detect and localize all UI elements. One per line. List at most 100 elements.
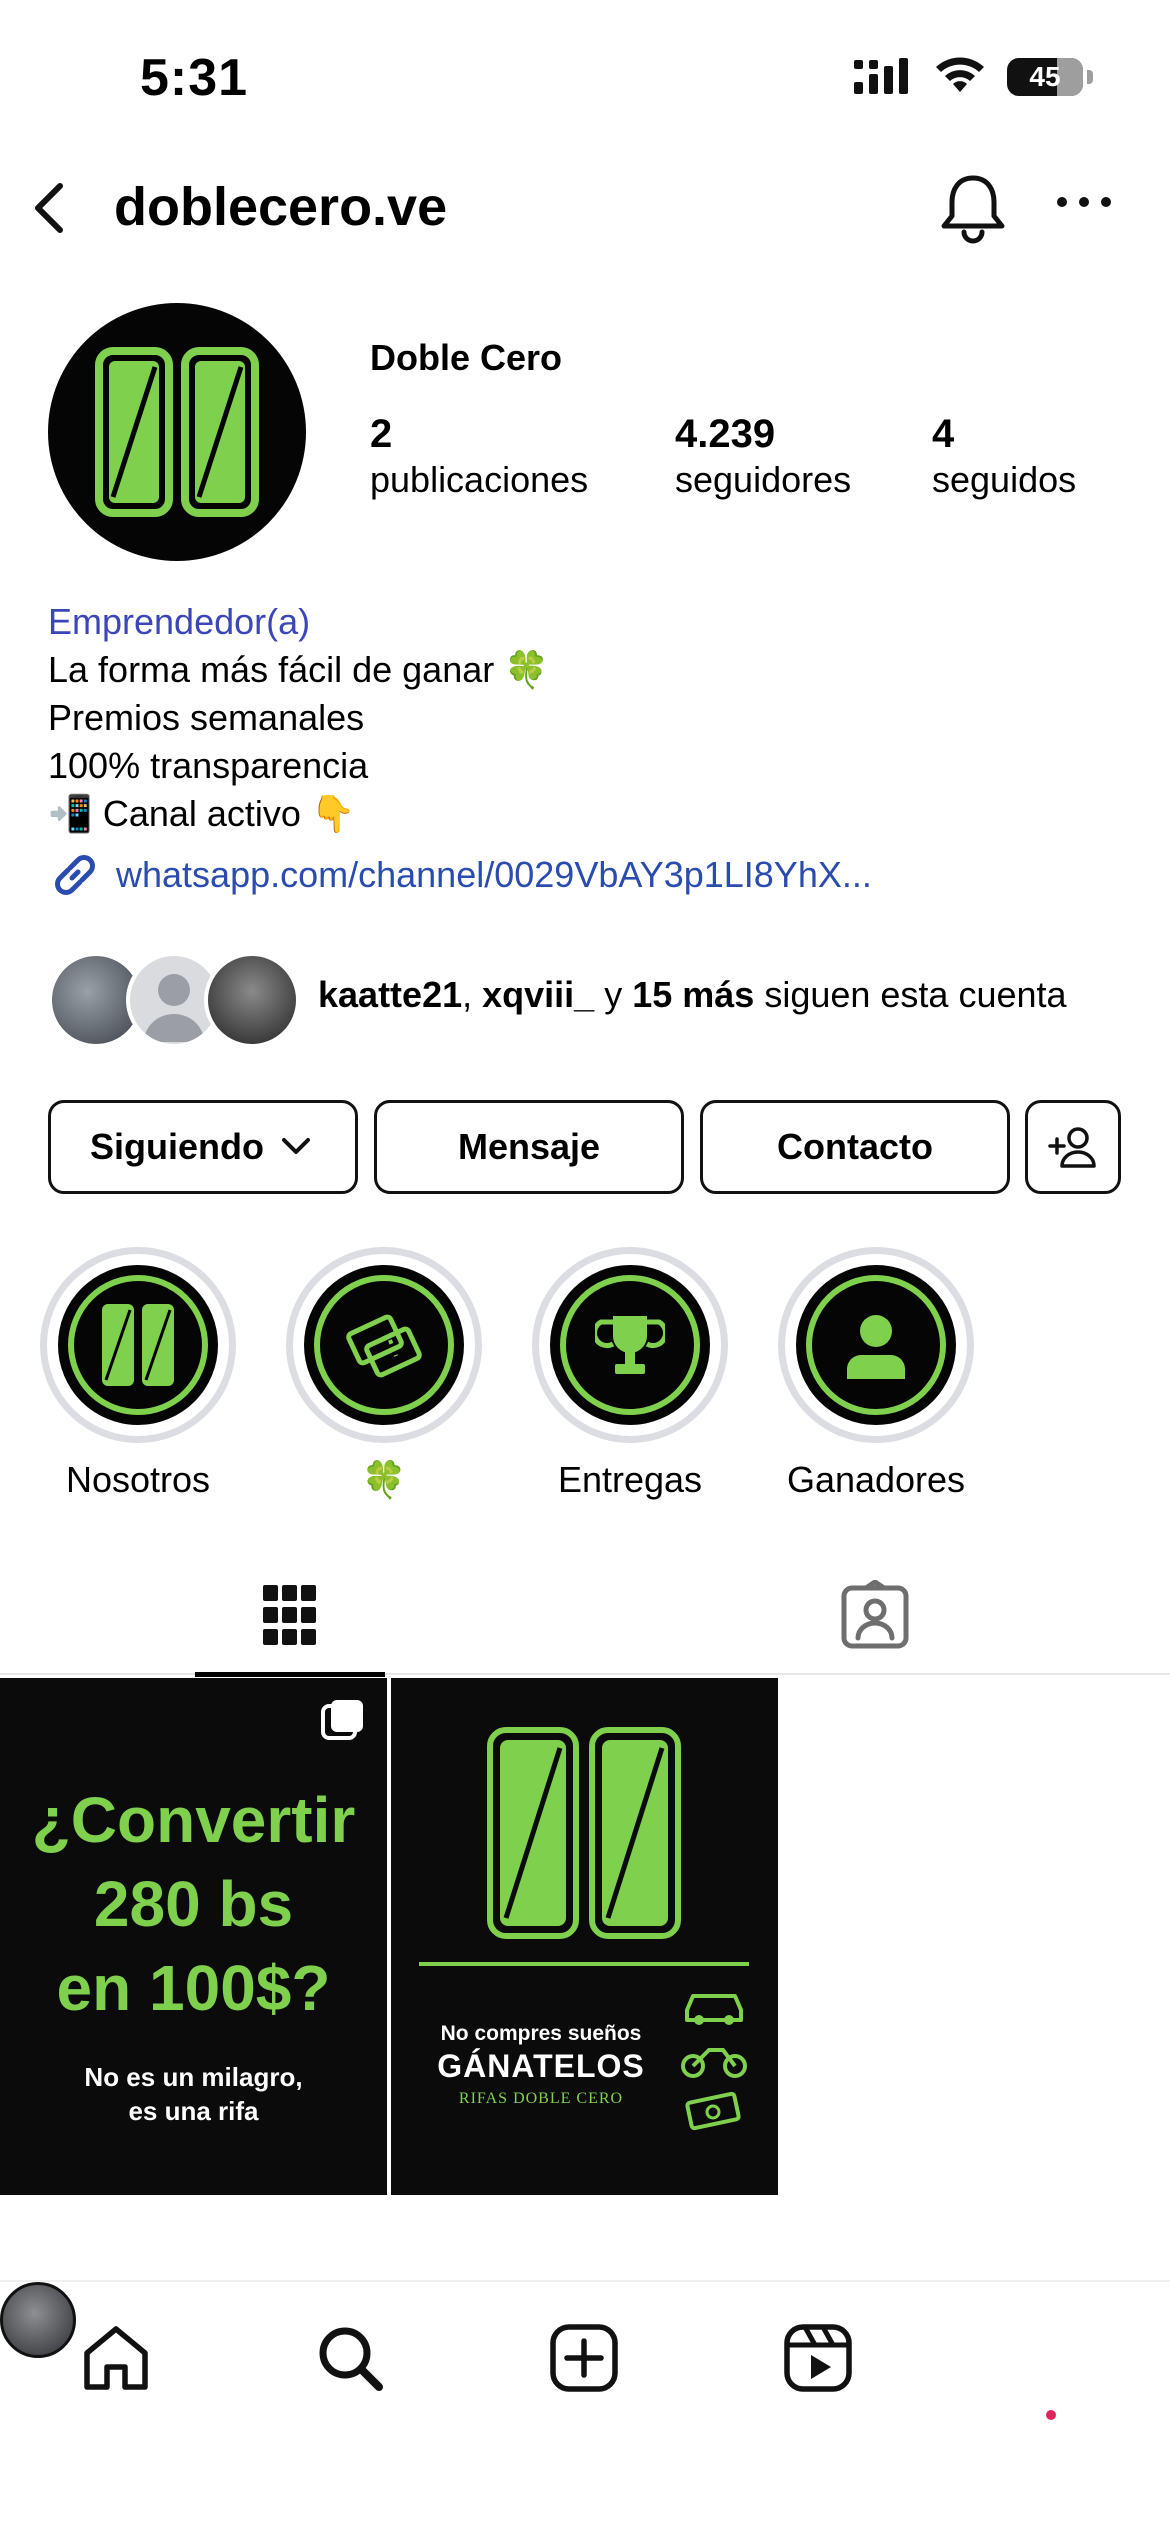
highlight-ring — [532, 1247, 728, 1443]
post-subtext-line: No es un milagro, — [84, 2062, 303, 2092]
nav-create[interactable] — [544, 2318, 624, 2398]
back-arrow-icon[interactable] — [22, 178, 82, 238]
wifi-icon — [936, 57, 984, 92]
status-bar: 5:31 45 — [0, 0, 1170, 150]
message-button-label: Mensaje — [457, 1126, 601, 1167]
message-button[interactable]: Mensaje — [374, 1100, 684, 1194]
highlight-label: Entregas — [557, 1459, 703, 1500]
post-thumbnail[interactable]: No compres sueños GÁNATELOS RIFAS DOBLE … — [391, 1678, 778, 2195]
stat-followers[interactable]: 4.239 seguidores — [675, 412, 851, 501]
followed-by-text: kaatte21, xqviii_ y 15 más siguen esta c… — [318, 974, 1067, 1016]
follower-avatar — [204, 952, 300, 1048]
profile-header: doblecero.ve — [0, 160, 1170, 260]
follower-username[interactable]: xqviii_ — [482, 974, 594, 1015]
profile-tabs — [0, 1555, 1170, 1677]
stat-posts-value: 2 — [370, 412, 393, 456]
highlight-label: Nosotros — [65, 1459, 211, 1500]
carousel-icon — [321, 1700, 363, 1740]
post-headline-line: ¿Convertir — [31, 1784, 356, 1856]
post-headline-line: en 100$? — [56, 1952, 331, 2024]
post-subtext: No es un milagro, es una rifa — [0, 2060, 387, 2128]
tab-posts-grid[interactable] — [195, 1555, 385, 1677]
stat-followers-value: 4.239 — [675, 412, 776, 456]
post-thumbnail[interactable]: ¿Convertir 280 bs en 100$? No es un mila… — [0, 1678, 387, 2195]
following-button-label: Siguiendo — [90, 1126, 264, 1167]
notification-dot — [1046, 2410, 1056, 2420]
highlight-cover — [304, 1265, 464, 1425]
profile-avatar[interactable] — [48, 303, 306, 561]
highlight-ring — [40, 1247, 236, 1443]
followed-by-row[interactable]: kaatte21, xqviii_ y 15 más siguen esta c… — [48, 952, 1148, 1048]
followed-by-more[interactable]: 15 más — [632, 974, 754, 1015]
cellular-signal-icon — [854, 58, 908, 94]
bell-icon[interactable] — [938, 170, 1008, 246]
highlight-cover-border — [560, 1275, 700, 1415]
post-tagline: No compres sueños — [440, 2022, 642, 2045]
home-icon — [84, 2326, 148, 2390]
search-icon — [319, 2327, 383, 2391]
doblecero-logo-icon — [487, 1727, 681, 1939]
post-subtext-line: es una rifa — [128, 2096, 259, 2126]
bio-link-text[interactable]: whatsapp.com/channel/0029VbAY3p1LI8YhX..… — [116, 854, 872, 896]
more-options-icon[interactable] — [1052, 182, 1116, 222]
highlight-cover-border — [806, 1275, 946, 1415]
highlight-entregas[interactable]: Entregas — [532, 1247, 728, 1501]
followed-by-conjunction: y — [594, 974, 633, 1015]
add-user-icon — [1048, 1127, 1096, 1168]
profile-display-name: Doble Cero — [370, 337, 563, 378]
highlight-cover-border — [314, 1275, 454, 1415]
battery-indicator: 45 — [1007, 58, 1083, 96]
tab-tagged[interactable] — [780, 1555, 970, 1675]
doblecero-logo-icon — [102, 1304, 174, 1386]
highlight-ganadores[interactable]: Ganadores — [778, 1247, 974, 1501]
highlight-cover-border — [68, 1275, 208, 1415]
post-headline: ¿Convertir 280 bs en 100$? — [0, 1778, 387, 2030]
nav-reels[interactable] — [778, 2318, 858, 2398]
nav-home[interactable] — [76, 2318, 156, 2398]
post-title: GÁNATELOS — [437, 2048, 645, 2084]
bottom-tab-bar — [0, 2280, 1170, 2532]
tagged-person-icon — [841, 1580, 909, 1649]
contact-button-label: Contacto — [777, 1126, 933, 1167]
nav-profile-avatar[interactable] — [0, 2282, 76, 2358]
following-button[interactable]: Siguiendo — [48, 1100, 358, 1194]
contact-button[interactable]: Contacto — [700, 1100, 1010, 1194]
create-plus-icon — [550, 2324, 618, 2392]
grid-icon — [263, 1585, 316, 1645]
highlight-nosotros[interactable]: Nosotros — [40, 1247, 236, 1501]
profile-username: doblecero.ve — [114, 177, 448, 237]
follower-username[interactable]: kaatte21 — [318, 974, 462, 1015]
motorcycle-icon — [681, 2048, 747, 2078]
highlight-label: Ganadores — [786, 1459, 966, 1500]
add-user-button[interactable] — [1025, 1100, 1121, 1194]
car-icon — [685, 1994, 743, 2025]
post-headline-line: 280 bs — [93, 1868, 294, 1940]
active-tab-indicator — [195, 1672, 385, 1677]
highlight-ring — [778, 1247, 974, 1443]
followed-by-suffix: siguen esta cuenta — [754, 974, 1067, 1015]
profile-category: Emprendedor(a) — [48, 601, 311, 642]
followed-by-separator: , — [462, 974, 483, 1015]
bio-line: La forma más fácil de ganar 🍀 — [48, 649, 550, 690]
doblecero-logo-icon — [95, 347, 259, 517]
bio-link[interactable]: whatsapp.com/channel/0029VbAY3p1LI8YhX..… — [48, 848, 872, 902]
highlight-cover — [58, 1265, 218, 1425]
highlight-clover[interactable]: 🍀 — [286, 1247, 482, 1501]
reels-icon — [784, 2324, 852, 2392]
highlight-label: 🍀 — [361, 1459, 407, 1500]
stat-posts[interactable]: 2 publicaciones — [370, 412, 588, 501]
bio-line: 📲 Canal activo 👇 — [48, 793, 356, 834]
highlight-cover — [550, 1265, 710, 1425]
post-brand: RIFAS DOBLE CERO — [458, 2090, 624, 2107]
stat-following[interactable]: 4 seguidos — [932, 412, 1076, 501]
stat-following-label: seguidos — [932, 459, 1077, 500]
link-icon — [55, 855, 95, 895]
battery-cap — [1087, 70, 1093, 84]
cash-icon — [685, 2091, 741, 2131]
stat-posts-label: publicaciones — [370, 459, 589, 500]
user-icon — [847, 1315, 905, 1379]
status-time: 5:31 — [140, 49, 249, 107]
bio-line: Premios semanales — [48, 697, 365, 738]
tickets-icon — [346, 1314, 422, 1378]
nav-search[interactable] — [310, 2318, 390, 2398]
